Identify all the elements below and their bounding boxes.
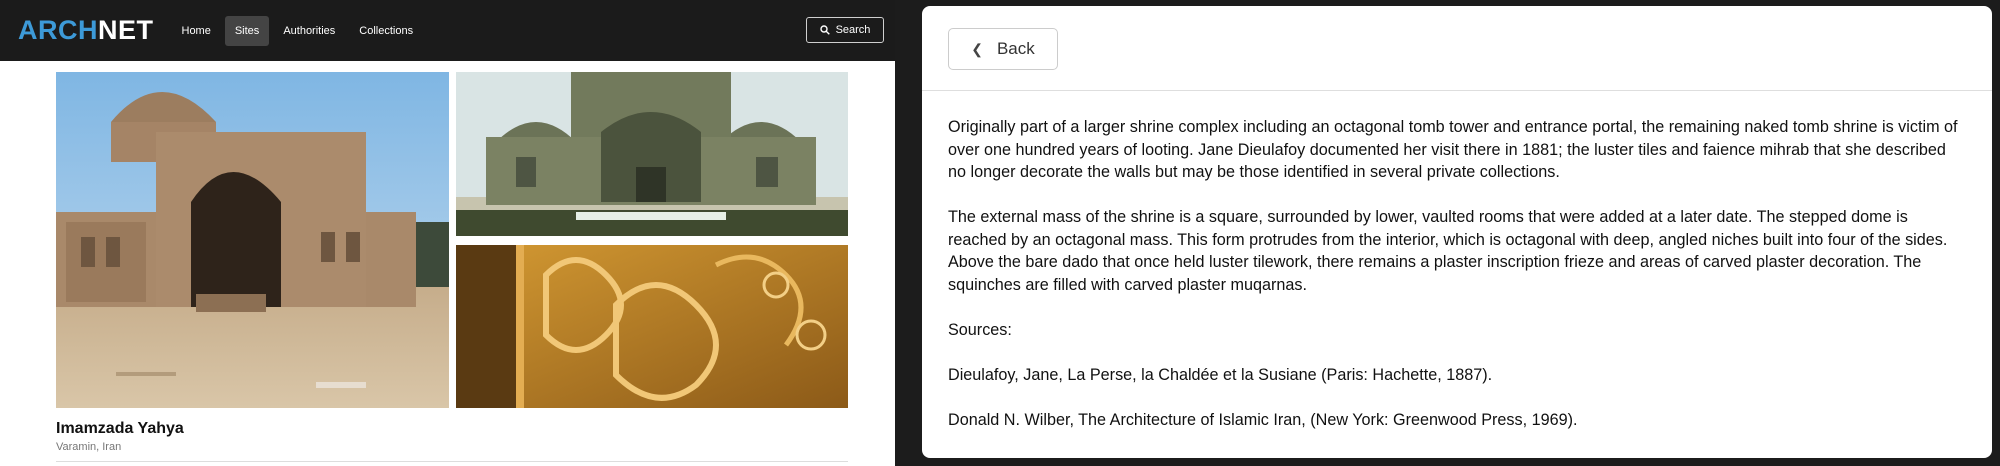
search-icon: [819, 25, 830, 35]
nav-links: Home Sites Authorities Collections: [172, 15, 424, 46]
archnet-logo[interactable]: ARCH NET: [18, 15, 154, 46]
header-divider: [922, 90, 1992, 91]
site-title: Imamzada Yahya: [56, 420, 184, 437]
nav-authorities[interactable]: Authorities: [273, 16, 345, 46]
nav-sites[interactable]: Sites: [224, 15, 270, 46]
back-label: Back: [996, 39, 1035, 58]
nav-collections[interactable]: Collections: [349, 16, 423, 46]
source-entry: Donald N. Wilber, The Architecture of Is…: [948, 410, 1578, 429]
stucco-detail-photo[interactable]: [456, 245, 848, 408]
search-button[interactable]: Search: [806, 17, 884, 43]
back-button[interactable]: ❮ Back: [948, 28, 1058, 70]
divider: [56, 461, 848, 462]
logo-arch: ARCH: [18, 15, 98, 45]
chevron-left-icon: ❮: [971, 40, 983, 57]
source-entry: Dieulafoy, Jane, La Perse, la Chaldée et…: [948, 365, 1493, 384]
shrine-front-photo[interactable]: [456, 72, 848, 236]
description-text: Originally part of a larger shrine compl…: [948, 116, 1968, 454]
shrine-exterior-photo[interactable]: [56, 72, 449, 408]
top-navbar: ARCH NET Home Sites Authorities Collectio…: [0, 0, 895, 61]
sources-heading: Sources:: [948, 320, 1012, 339]
search-label: Search: [835, 24, 871, 36]
archnet-site-page: ARCH NET Home Sites Authorities Collectio…: [0, 0, 895, 466]
logo-net: NET: [98, 15, 154, 45]
site-detail-panel: ❮ Back Originally part of a larger shrin…: [922, 6, 1992, 458]
nav-home[interactable]: Home: [172, 16, 221, 46]
description-paragraph: The external mass of the shrine is a squ…: [948, 208, 1948, 294]
description-paragraph: Originally part of a larger shrine compl…: [948, 118, 1958, 181]
site-location: Varamin, Iran: [56, 441, 122, 453]
